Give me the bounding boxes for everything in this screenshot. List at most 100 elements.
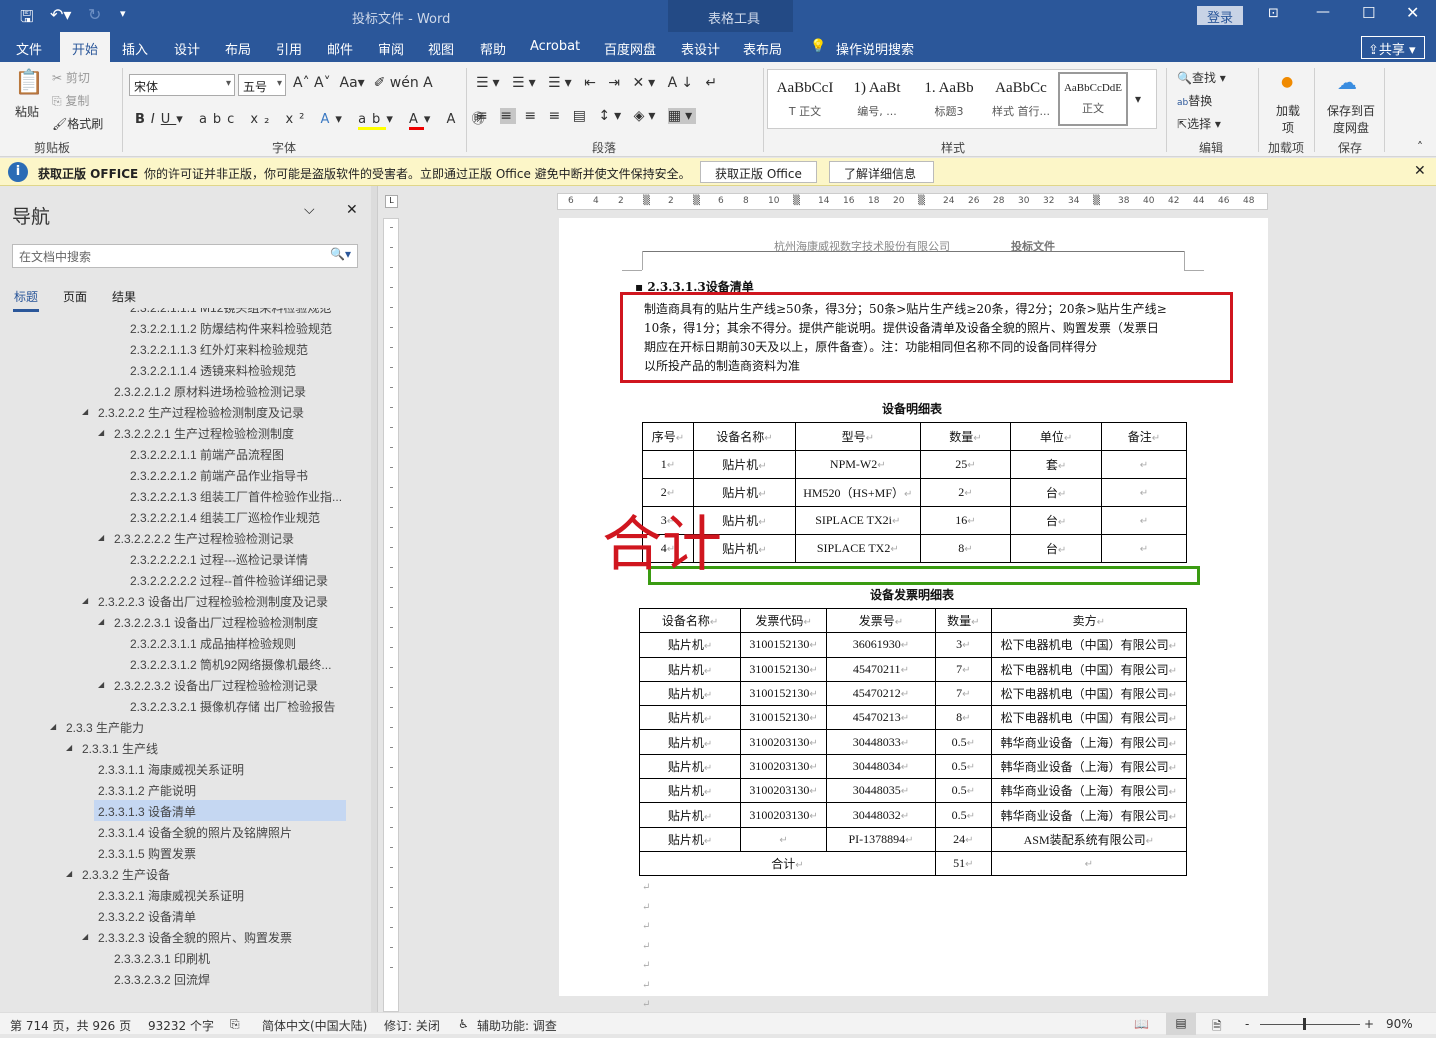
expand-arrow-icon[interactable]: ◢ [82,596,88,605]
zoom-slider-thumb[interactable] [1303,1018,1306,1030]
tab-table-design[interactable]: 表设计 [681,39,720,58]
horizontal-ruler[interactable]: 6 4 2 ▒ 2 ▒ 6 8 10 ▒ 14 16 18 20 ▒ 24 26 28 30 32 34 ▒ 38 40 42 4… [557,193,1268,210]
table-cell[interactable]: 贴片机↵ [638,680,742,707]
close-nav-icon[interactable]: ✕ [346,202,358,218]
table-cell[interactable]: ↵ [740,826,828,852]
table-cell[interactable]: 2↵ [642,478,694,507]
nav-scrollbar[interactable] [371,186,377,1012]
expand-arrow-icon[interactable]: ◢ [82,932,88,941]
close-button[interactable]: ✕ [1406,3,1419,22]
expand-arrow-icon[interactable]: ◢ [98,680,104,689]
table-cell[interactable]: 松下电器机电（中国）有限公司↵ [990,705,1188,731]
web-layout-icon[interactable]: 🗎 [1212,1017,1222,1038]
table-cell[interactable]: ↵ [1100,506,1188,535]
column-header[interactable]: 发票代码↵ [740,607,828,634]
table-cell[interactable]: 台↵ [1010,478,1102,507]
table-cell[interactable]: 3100152130↵ [740,705,828,731]
table-cell[interactable]: ↵ [1100,450,1188,479]
expand-arrow-icon[interactable]: ◢ [50,722,56,731]
table-cell[interactable]: 3100152130↵ [740,632,828,658]
word-count[interactable]: 93232 个字 [148,1017,214,1034]
nav-heading-item[interactable]: 2.3.2.2.1.1.4 透镜来料检验规范 [130,359,296,380]
ribbon-display-icon[interactable]: ⊡ [1268,6,1279,21]
total-qty-cell[interactable]: 51↵ [934,850,992,876]
nav-heading-item[interactable]: 2.3.3.2.3.2 回流焊 [114,968,210,989]
table-cell[interactable]: 45470212↵ [826,680,936,707]
zoom-out-button[interactable]: - [1245,1017,1249,1031]
tell-me-search[interactable]: 操作说明搜索 [836,39,914,58]
table-cell[interactable]: SIPLACE TX2↵ [794,534,921,563]
format-painter-button[interactable]: 🖌格式刷 [52,115,103,132]
nav-heading-item[interactable]: 2.3.3.1.1 海康威视关系证明 [98,758,244,779]
tab-layout[interactable]: 布局 [225,39,251,58]
table-cell[interactable]: 松下电器机电（中国）有限公司↵ [990,656,1188,682]
column-header[interactable]: 序号↵ [642,422,694,451]
tab-acrobat[interactable]: Acrobat [530,39,580,54]
expand-arrow-icon[interactable]: ◢ [98,617,104,626]
table-cell[interactable]: ↵ [1100,534,1188,563]
nav-tab-headings[interactable]: 标题 [14,288,38,305]
nav-heading-item[interactable]: 2.3.3.2.3 设备全貌的照片、购置发票 [98,926,292,947]
share-button[interactable]: ⇪共享 ▾ [1361,36,1425,59]
table-cell[interactable]: 贴片机↵ [638,778,742,804]
search-icon[interactable]: 🔍▾ [330,247,351,261]
table-cell[interactable]: ASM装配系统有限公司↵ [990,826,1188,852]
tab-design[interactable]: 设计 [174,39,200,58]
redo-icon[interactable]: ↻ [88,5,101,24]
paragraph-align-icons[interactable]: ≡ ≡ ≡ ≡ ▤ ↕▾ ◈▾ ▦▾ [476,108,697,124]
cut-button[interactable]: ✂ 剪切 [52,69,90,86]
read-mode-icon[interactable]: 📖 [1134,1017,1149,1031]
page-count[interactable]: 第 714 页，共 926 页 [10,1017,131,1034]
nav-heading-item[interactable]: 2.3.2.2.2.1.4 组装工厂巡检作业规范 [130,506,320,527]
column-header[interactable]: 卖方↵ [990,607,1188,634]
table-cell[interactable]: 45470211↵ [826,656,936,682]
styles-more-icon[interactable]: ▾ [1135,92,1141,106]
vertical-ruler[interactable] [383,218,399,1012]
table-cell[interactable]: 45470213↵ [826,705,936,731]
select-button[interactable]: ⇱选择 ▾ [1177,115,1221,132]
zoom-slider[interactable] [1260,1024,1360,1025]
nav-tab-results[interactable]: 结果 [112,288,136,305]
document-page[interactable]: 杭州海康威视数字技术股份有限公司 投标文件 ▪ 2.3.3.1.3设备清单 制造… [559,218,1268,1010]
copy-button[interactable]: ⎘ 复制 [52,92,89,109]
nav-heading-item[interactable]: 2.3.2.2.2.1.1 前端产品流程图 [130,443,284,464]
table-cell[interactable]: 3100203130↵ [740,778,828,804]
addins-button[interactable]: 加载项 [1274,102,1302,136]
style-item[interactable]: AaBbCc 样式 首行... [986,72,1056,126]
learn-more-button[interactable]: 了解详细信息 [829,161,934,183]
find-button[interactable]: 🔍查找 ▾ [1177,69,1226,86]
expand-arrow-icon[interactable]: ◢ [66,743,72,752]
login-button[interactable]: 登录 [1197,6,1243,26]
tab-table-layout[interactable]: 表布局 [743,39,782,58]
expand-arrow-icon[interactable]: ◢ [98,428,104,437]
tab-references[interactable]: 引用 [276,39,302,58]
table-cell[interactable]: 0.5↵ [934,802,992,828]
nav-tab-pages[interactable]: 页面 [63,288,87,305]
table-cell[interactable]: 3100203130↵ [740,753,828,780]
proofing-icon[interactable]: ⎘ [230,1017,240,1032]
nav-heading-item[interactable]: 2.3.2.2.1.1.1 M12镜头组来料检验规范 [130,308,331,317]
tab-view[interactable]: 视图 [428,39,454,58]
zoom-level[interactable]: 90% [1386,1017,1413,1031]
table-cell[interactable]: 套↵ [1010,450,1102,479]
table-cell[interactable]: NPM-W2↵ [794,450,921,479]
close-infobar-icon[interactable]: ✕ [1414,163,1426,179]
table-cell[interactable]: 36061930↵ [826,632,936,658]
table-cell[interactable]: 0.5↵ [934,729,992,755]
table-cell[interactable]: 台↵ [1010,506,1102,535]
table-cell[interactable]: 30448032↵ [826,802,936,828]
table-cell[interactable]: 贴片机↵ [638,753,742,780]
maximize-button[interactable]: ☐ [1362,4,1375,22]
total-label-cell[interactable]: 合计↵ [639,850,936,876]
nav-search-input[interactable]: 在文档中搜索 [12,244,358,268]
table-cell[interactable]: 贴片机↵ [638,656,742,682]
total-seller-cell[interactable]: ↵ [990,850,1188,876]
style-item[interactable]: 1. AaBb 标题3 [914,72,984,126]
paragraph-list-icons[interactable]: ☰▾ ☰▾ ☰▾ ⇤ ⇥ ✕▾ A↓ ↵ [476,75,721,91]
table-cell[interactable]: 2↵ [919,478,1012,507]
table-cell[interactable]: 韩华商业设备（上海）有限公司↵ [990,729,1188,755]
nav-heading-item[interactable]: 2.3.2.2.3.1.2 筒机92网络摄像机最终... [130,653,331,674]
table-cell[interactable]: 台↵ [1010,534,1102,563]
nav-heading-item[interactable]: 2.3.2.2.2.1.3 组装工厂首件检验作业指... [130,485,342,506]
track-changes-status[interactable]: 修订: 关闭 [384,1017,440,1034]
